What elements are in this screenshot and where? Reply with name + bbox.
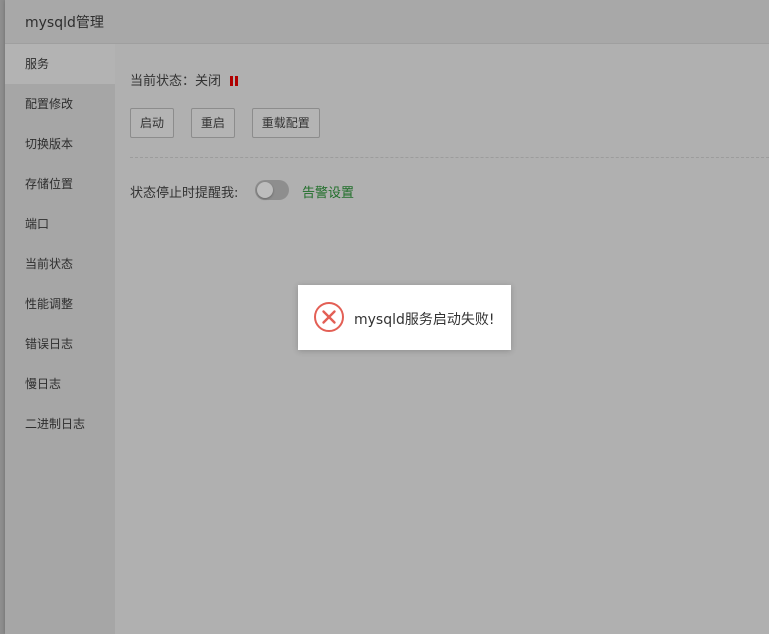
sidebar-item-service[interactable]: 服务 bbox=[5, 44, 115, 84]
service-actions: 启动 重启 重载配置 bbox=[130, 108, 333, 138]
sidebar-item-config-edit[interactable]: 配置修改 bbox=[5, 84, 115, 124]
pause-icon bbox=[230, 75, 240, 90]
restart-button[interactable]: 重启 bbox=[190, 108, 235, 138]
toggle-knob bbox=[257, 182, 273, 198]
sidebar-item-performance-tuning[interactable]: 性能调整 bbox=[5, 284, 115, 324]
alert-settings-link[interactable]: 告警设置 bbox=[302, 182, 354, 201]
error-circle-icon bbox=[314, 302, 344, 332]
stop-alert-toggle[interactable] bbox=[255, 180, 289, 200]
sidebar-item-binary-log[interactable]: 二进制日志 bbox=[5, 404, 115, 444]
sidebar-item-switch-version[interactable]: 切换版本 bbox=[5, 124, 115, 164]
sidebar-item-error-log[interactable]: 错误日志 bbox=[5, 324, 115, 364]
start-button[interactable]: 启动 bbox=[130, 108, 175, 138]
section-divider bbox=[130, 157, 769, 158]
toast-message: mysqld服务启动失败! bbox=[354, 312, 495, 328]
stop-alert-label: 状态停止时提醒我: bbox=[130, 186, 239, 201]
service-status-text: 当前状态：关闭 bbox=[130, 74, 222, 89]
sidebar-item-port[interactable]: 端口 bbox=[5, 204, 115, 244]
sidebar: 服务 配置修改 切换版本 存储位置 端口 当前状态 性能调整 错误日志 慢日志 … bbox=[5, 44, 115, 634]
reload-config-button[interactable]: 重载配置 bbox=[251, 108, 320, 138]
service-status: 当前状态：关闭 bbox=[130, 70, 240, 90]
dialog-title: mysqld管理 bbox=[25, 15, 104, 31]
sidebar-item-storage-location[interactable]: 存储位置 bbox=[5, 164, 115, 204]
sidebar-item-current-status[interactable]: 当前状态 bbox=[5, 244, 115, 284]
dialog-titlebar[interactable]: mysqld管理 bbox=[5, 0, 769, 44]
sidebar-item-slow-log[interactable]: 慢日志 bbox=[5, 364, 115, 404]
error-toast: mysqld服务启动失败! bbox=[298, 285, 511, 350]
